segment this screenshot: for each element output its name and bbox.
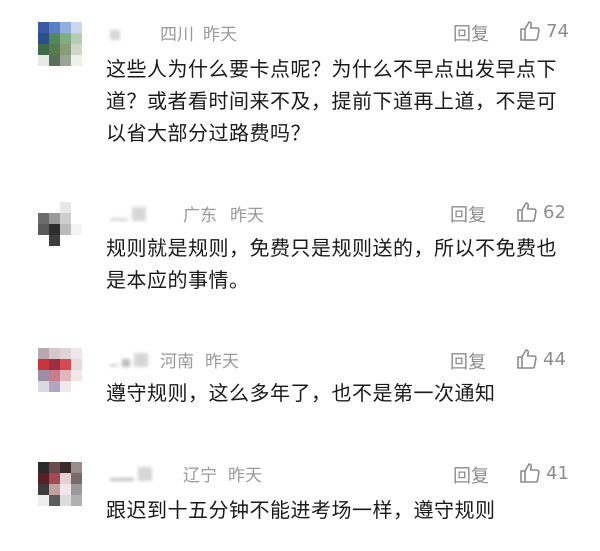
- like-button[interactable]: 74: [518, 19, 569, 43]
- username-blurred[interactable]: [110, 22, 120, 42]
- username-blurred[interactable]: [110, 349, 148, 369]
- like-button[interactable]: 44: [515, 347, 566, 371]
- like-count: 74: [546, 20, 569, 42]
- like-count: 62: [543, 201, 566, 223]
- comment-text: 跟迟到十五分钟不能进考场一样，遵守规则: [106, 498, 496, 522]
- reply-button[interactable]: 回复: [450, 348, 486, 374]
- reply-button[interactable]: 回复: [453, 20, 489, 46]
- comment-region: 广东: [183, 206, 217, 226]
- like-count: 41: [546, 462, 569, 484]
- comment-text: 规则就是规则，免费只是规则送的，所以不免费也是本应的事情。: [106, 236, 557, 292]
- thumbs-up-icon: [517, 349, 537, 369]
- comment-region: 河南: [160, 352, 194, 372]
- thumbs-up-icon: [520, 21, 540, 41]
- username-blurred[interactable]: [110, 203, 146, 223]
- reply-button[interactable]: 回复: [453, 462, 489, 488]
- comment-region: 辽宁: [183, 466, 217, 486]
- avatar[interactable]: [38, 202, 82, 246]
- avatar[interactable]: [38, 348, 82, 392]
- reply-button[interactable]: 回复: [450, 201, 486, 227]
- like-button[interactable]: 62: [515, 200, 566, 224]
- thumbs-up-icon: [520, 463, 540, 483]
- comment-region: 四川: [160, 25, 194, 45]
- comment-time: 昨天: [203, 25, 237, 45]
- comment-text: 这些人为什么要卡点呢？为什么不早点出发早点下道？或者看时间来不及，提前下道再上道…: [106, 57, 557, 145]
- avatar[interactable]: [38, 462, 82, 506]
- comment-time: 昨天: [230, 206, 264, 226]
- like-count: 44: [543, 348, 566, 370]
- avatar[interactable]: [38, 22, 82, 66]
- comment-time: 昨天: [205, 352, 239, 372]
- comment-time: 昨天: [228, 466, 262, 486]
- thumbs-up-icon: [517, 202, 537, 222]
- comment-text: 遵守规则，这么多年了，也不是第一次通知: [106, 381, 496, 405]
- like-button[interactable]: 41: [518, 461, 569, 485]
- username-blurred[interactable]: [110, 463, 152, 483]
